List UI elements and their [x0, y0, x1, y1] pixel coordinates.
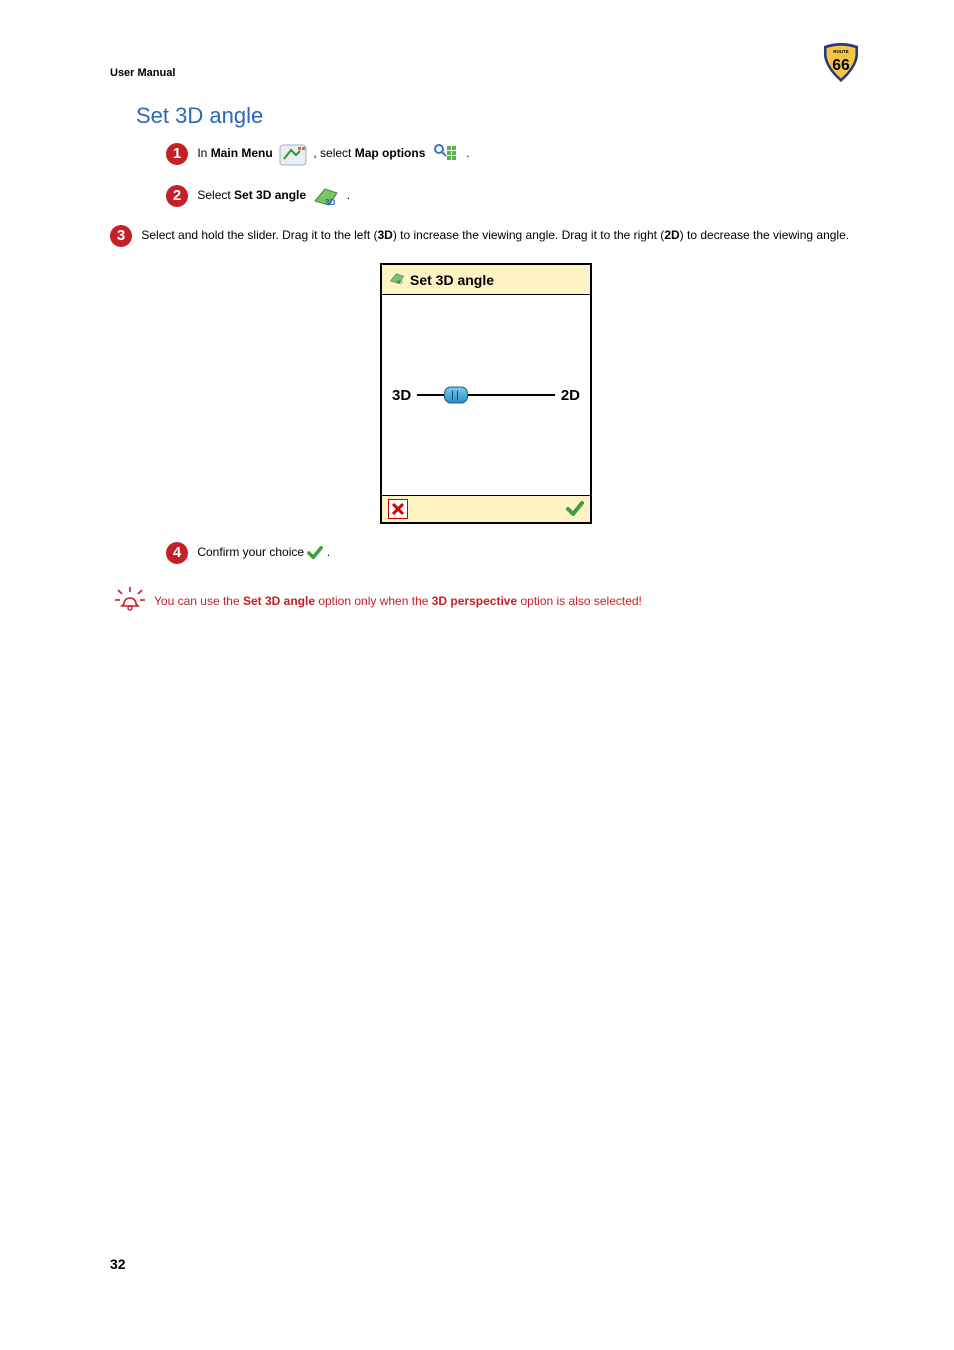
slider-left-label: 3D [392, 387, 411, 404]
step-4: 4 Confirm your choice . [166, 542, 862, 564]
confirm-button[interactable] [566, 500, 584, 518]
device-title-bar: 3D Set 3D angle [382, 265, 590, 295]
svg-text:3D: 3D [325, 198, 335, 207]
slider-track[interactable] [417, 394, 555, 396]
step-1: 1 In Main Menu , select Map options [166, 141, 862, 167]
cancel-button[interactable] [388, 499, 408, 519]
svg-text:3D: 3D [396, 279, 403, 285]
step-3: 3 Select and hold the slider. Drag it to… [110, 225, 862, 247]
figure: 3D Set 3D angle 3D 2D [110, 263, 862, 524]
map-options-icon [431, 141, 461, 167]
device-title-icon: 3D [388, 270, 406, 289]
alarm-bell-icon [110, 584, 150, 618]
route66-logo: ROUTE 66 [820, 40, 862, 85]
page-header: User Manual ROUTE 66 [110, 40, 862, 85]
device-title-text: Set 3D angle [410, 272, 494, 288]
step-number-3-icon: 3 [110, 225, 132, 247]
page: User Manual ROUTE 66 Set 3D angle 1 In M… [0, 0, 954, 1350]
step-number-2-icon: 2 [166, 185, 188, 207]
section-title: Set 3D angle [136, 103, 862, 129]
main-menu-icon [278, 141, 308, 167]
page-number: 32 [110, 1256, 126, 1272]
confirm-check-icon [307, 545, 326, 559]
header-left: User Manual [110, 67, 175, 85]
svg-text:ROUTE: ROUTE [833, 49, 848, 54]
step-2: 2 Select Set 3D angle 3D . [166, 183, 862, 209]
step-number-1-icon: 1 [166, 143, 188, 165]
svg-text:66: 66 [832, 57, 850, 74]
step3-text: Select and hold the slider. Drag it to t… [141, 228, 849, 242]
device-frame: 3D Set 3D angle 3D 2D [380, 263, 592, 524]
device-footer [382, 495, 590, 522]
device-body: 3D 2D [382, 295, 590, 495]
step1-text: In Main Menu , select Map options [197, 146, 469, 160]
note-text: You can use the Set 3D angle option only… [154, 592, 642, 611]
angle-slider[interactable]: 3D 2D [392, 387, 580, 404]
step4-text: Confirm your choice . [197, 545, 330, 559]
slider-handle[interactable] [444, 387, 468, 404]
slider-right-label: 2D [561, 387, 580, 404]
step-number-4-icon: 4 [166, 542, 188, 564]
step2-text: Select Set 3D angle 3D . [197, 188, 350, 202]
warning-note: You can use the Set 3D angle option only… [110, 584, 862, 618]
set-3d-angle-icon: 3D [311, 183, 341, 209]
